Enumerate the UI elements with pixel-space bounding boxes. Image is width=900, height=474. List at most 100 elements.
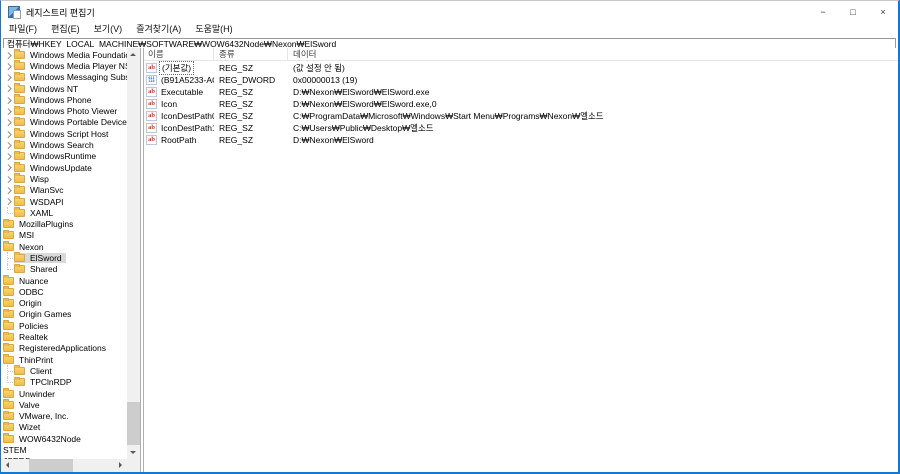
tree-item-content[interactable]: RegisteredApplications [3,343,110,353]
tree-item[interactable]: Nuance [1,275,127,286]
tree-item-content[interactable]: Windows Phone [14,95,95,105]
value-name-cell[interactable]: abIconDestPath1 [144,123,214,133]
value-name-cell[interactable]: abExecutable [144,87,214,97]
tree-item-content[interactable]: WindowsRuntime [14,151,100,161]
chevron-right-icon[interactable] [3,151,14,162]
tree-item[interactable]: Windows Portable Devices [1,117,127,128]
tree-item[interactable]: Wizet [1,422,127,433]
tree-item-content[interactable]: Origin Games [3,309,75,319]
tree-item[interactable]: Origin Games [1,309,127,320]
chevron-right-icon[interactable] [3,162,14,173]
tree-item-content[interactable]: Windows Portable Devices [14,117,127,127]
close-button[interactable]: × [868,1,898,23]
tree-item-content[interactable]: Windows Media Player NSS [14,61,127,71]
tree-item[interactable]: Client [1,365,127,376]
chevron-right-icon[interactable] [3,128,14,139]
chevron-right-icon[interactable] [3,185,14,196]
tree-item-content[interactable]: Windows Messaging Subsyst [14,72,127,82]
tree-item[interactable]: Nexon [1,241,127,252]
tree-item[interactable]: MozillaPlugins [1,218,127,229]
value-name-cell[interactable]: abIconDestPath0 [144,111,214,121]
tree-item[interactable]: WindowsRuntime [1,151,127,162]
chevron-right-icon[interactable] [3,139,14,150]
tree-item[interactable]: Windows Search [1,139,127,150]
tree-item[interactable]: ElSword [1,252,127,263]
tree-item-content[interactable]: XAML [14,208,57,218]
tree-item-content[interactable]: Nexon [3,242,48,252]
tree-item-content[interactable]: WOW6432Node [3,434,85,444]
chevron-right-icon[interactable] [3,94,14,105]
tree-item-content[interactable]: TPClnRDP [14,377,76,387]
tree-item-content[interactable]: Policies [3,321,52,331]
chevron-right-icon[interactable] [3,72,14,83]
tree-item-content[interactable]: Wisp [14,174,53,184]
maximize-button[interactable]: □ [838,1,868,23]
tree-item[interactable]: Windows Media Player NSS [1,60,127,71]
tree-item-content[interactable]: ODBC [3,287,48,297]
tree-item-content[interactable]: MozillaPlugins [3,219,77,229]
value-row[interactable]: 011110(B91A5233-AC...REG_DWORD0x00000013… [144,74,898,86]
horizontal-scrollbar-thumb[interactable] [29,459,73,472]
value-row[interactable]: abRootPathREG_SZD:₩Nexon₩ElSword [144,134,898,146]
scroll-up-arrow-icon[interactable] [127,48,140,61]
tree-item[interactable]: Origin [1,298,127,309]
chevron-right-icon[interactable] [3,49,14,60]
tree-item-content[interactable]: Windows Search [14,140,98,150]
tree-item[interactable]: VMware, Inc. [1,411,127,422]
tree-item-content[interactable]: Windows Media Foundation [14,50,127,60]
scroll-right-arrow-icon[interactable] [114,459,127,472]
tree-item[interactable]: Realtek [1,331,127,342]
tree-item-content[interactable]: Windows NT [14,84,82,94]
tree-item-selected[interactable]: ElSword [14,253,66,263]
tree-item[interactable]: WindowsUpdate [1,162,127,173]
value-name-cell[interactable]: 011110(B91A5233-AC... [144,75,214,85]
value-name-cell[interactable]: abIcon [144,99,214,109]
tree-item-content[interactable]: WSDAPI [14,197,68,207]
tree-item[interactable]: RegisteredApplications [1,343,127,354]
scroll-left-arrow-icon[interactable] [1,459,14,472]
value-name-cell[interactable]: abRootPath [144,135,214,145]
tree-item-content[interactable]: MSI [3,230,38,240]
tree-vertical-scrollbar[interactable] [127,48,140,459]
tree-item[interactable]: Windows Photo Viewer [1,105,127,116]
tree-item[interactable]: MSI [1,230,127,241]
tree-item[interactable]: ThinPrint [1,354,127,365]
tree-item-content[interactable]: STEM [1,445,31,455]
chevron-right-icon[interactable] [3,173,14,184]
tree-item[interactable]: Windows Script Host [1,128,127,139]
chevron-right-icon[interactable] [3,60,14,71]
tree-item[interactable]: TPClnRDP [1,377,127,388]
tree-item-content[interactable]: Windows Photo Viewer [14,106,121,116]
tree-item[interactable]: Wisp [1,173,127,184]
vertical-scrollbar-thumb[interactable] [127,402,140,445]
tree-item-content[interactable]: Client [14,366,56,376]
tree-item[interactable]: Windows Phone [1,94,127,105]
chevron-right-icon[interactable] [3,196,14,207]
tree-item-content[interactable]: Shared [14,264,61,274]
tree-item-content[interactable]: VMware, Inc. [3,411,73,421]
tree-item[interactable]: Windows Messaging Subsyst [1,72,127,83]
column-header[interactable]: 이름 [144,48,214,60]
tree-item-content[interactable]: Wizet [3,422,44,432]
tree-item[interactable]: WSDAPI [1,196,127,207]
tree-item-content[interactable]: WlanSvc [14,185,68,195]
tree-item-content[interactable]: Windows Script Host [14,129,112,139]
tree-item-content[interactable]: WindowsUpdate [14,163,96,173]
chevron-right-icon[interactable] [3,105,14,116]
minimize-button[interactable]: − [808,1,838,23]
tree-item[interactable]: Shared [1,264,127,275]
tree-item-content[interactable]: Nuance [3,276,52,286]
tree-item[interactable]: Valve [1,399,127,410]
tree-horizontal-scrollbar[interactable] [1,459,127,472]
value-row[interactable]: ab(기본값)REG_SZ(값 설정 안 됨) [144,62,898,74]
tree-item-content[interactable]: Unwinder [3,389,59,399]
tree-item[interactable]: Unwinder [1,388,127,399]
value-row[interactable]: abExecutableREG_SZD:₩Nexon₩ElSword₩ElSwo… [144,86,898,98]
value-row[interactable]: abIconDestPath0REG_SZC:₩ProgramData₩Micr… [144,110,898,122]
value-row[interactable]: abIconDestPath1REG_SZC:₩Users₩Public₩Des… [144,122,898,134]
tree-item[interactable]: ODBC [1,286,127,297]
scroll-down-arrow-icon[interactable] [127,446,140,459]
tree-item-content[interactable]: Origin [3,298,46,308]
chevron-right-icon[interactable] [3,83,14,94]
column-header[interactable]: 데이터 [288,48,898,60]
